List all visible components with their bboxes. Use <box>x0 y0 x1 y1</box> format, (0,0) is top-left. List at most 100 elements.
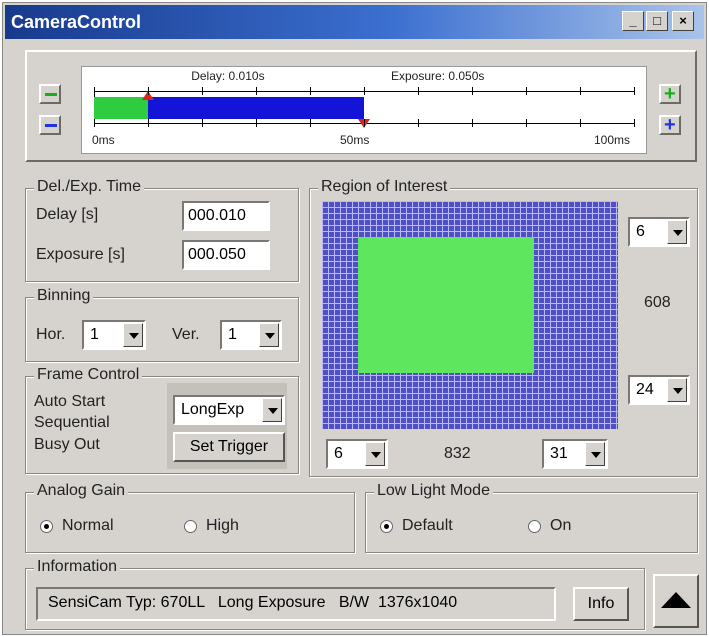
minimize-icon: _ <box>629 13 637 28</box>
timeline-tick <box>526 87 527 95</box>
delay-decrease-button[interactable] <box>39 84 61 104</box>
information-group: Information SensiCam Typ: 670LL Long Exp… <box>25 558 645 630</box>
timeline-panel: + + Delay: 0.010s Exposure: 0.050s 0ms 5… <box>25 50 697 162</box>
hor-binning-value: 1 <box>90 326 99 343</box>
binning-legend: Binning <box>34 287 94 305</box>
exposure-field[interactable]: 000.050 <box>182 240 270 270</box>
ver-binning-select[interactable]: 1 <box>220 320 282 350</box>
frame-mode-value: LongExp <box>181 401 245 418</box>
high-radio[interactable] <box>184 520 197 533</box>
exposure-label: Exposure [s] <box>36 246 125 263</box>
normal-radio[interactable] <box>40 520 53 533</box>
close-icon: × <box>679 13 687 28</box>
frame-control-legend: Frame Control <box>34 366 143 384</box>
collapse-button[interactable] <box>653 574 699 628</box>
analog-gain-group: Analog Gain Normal High <box>25 482 355 553</box>
delay-caption: Delay: 0.010s <box>191 69 265 83</box>
green-minus-icon <box>45 93 57 96</box>
exposure-caption: Exposure: 0.050s <box>391 69 485 83</box>
chevron-down-icon[interactable] <box>667 378 687 402</box>
sequential-label: Sequential <box>34 414 110 431</box>
timeline-tick <box>634 119 635 127</box>
auto-start-label: Auto Start <box>34 393 106 410</box>
timeline-tick <box>472 87 473 95</box>
exposure-bar <box>148 97 364 119</box>
delay-increase-button[interactable]: + <box>659 84 681 104</box>
information-display: SensiCam Typ: 670LL Long Exposure B/W 13… <box>36 587 556 621</box>
frame-mode-select[interactable]: LongExp <box>173 395 285 425</box>
timeline-tick <box>580 119 581 127</box>
roi-right-select[interactable]: 31 <box>542 439 608 469</box>
timeline-tick <box>364 119 365 127</box>
delay-label: Delay [s] <box>36 206 99 223</box>
roi-bottom-value: 24 <box>636 381 654 398</box>
roi-top-select[interactable]: 6 <box>628 217 690 247</box>
exposure-decrease-button[interactable] <box>39 115 61 135</box>
timeline-tick <box>310 87 311 95</box>
set-trigger-button[interactable]: Set Trigger <box>173 432 285 462</box>
roi-left-select[interactable]: 6 <box>326 439 388 469</box>
roi-grid[interactable] <box>322 201 618 429</box>
timeline-tick <box>148 119 149 127</box>
normal-label: Normal <box>62 517 114 534</box>
exposure-value: 000.050 <box>188 246 246 263</box>
timeline-tick <box>94 87 95 95</box>
timeline-tick <box>94 119 95 127</box>
chevron-down-icon[interactable] <box>123 323 143 347</box>
tick-label-0ms: 0ms <box>92 133 115 147</box>
tick-label-50ms: 50ms <box>340 133 370 147</box>
on-radio[interactable] <box>528 520 541 533</box>
delay-field[interactable]: 000.010 <box>182 201 270 231</box>
timeline-tick <box>580 87 581 95</box>
roi-width-label: 832 <box>444 445 471 462</box>
analog-gain-legend: Analog Gain <box>34 482 129 500</box>
hor-binning-select[interactable]: 1 <box>82 320 146 350</box>
chevron-down-icon[interactable] <box>667 220 687 244</box>
exposure-increase-button[interactable]: + <box>659 115 681 135</box>
information-text: SensiCam Typ: 670LL Long Exposure B/W 13… <box>48 594 458 611</box>
timeline-tick <box>526 119 527 127</box>
ver-binning-value: 1 <box>228 326 237 343</box>
roi-right-value: 31 <box>550 445 568 462</box>
title-bar[interactable]: CameraControl _ □ × <box>5 5 704 39</box>
low-light-group: Low Light Mode Default On <box>365 482 698 553</box>
timeline-tick <box>472 119 473 127</box>
timeline-display[interactable]: Delay: 0.010s Exposure: 0.050s 0ms 50ms … <box>81 66 647 154</box>
high-label: High <box>206 517 239 534</box>
close-button[interactable]: × <box>672 11 694 31</box>
timeline-tick <box>256 119 257 127</box>
up-arrow-icon <box>661 592 691 608</box>
roi-selection[interactable] <box>358 237 534 373</box>
chevron-down-icon[interactable] <box>259 323 279 347</box>
timeline-tick <box>418 87 419 95</box>
roi-bottom-select[interactable]: 24 <box>628 375 690 405</box>
camera-control-window: CameraControl _ □ × + + Delay: 0.010s Ex… <box>2 2 707 635</box>
timeline-tick <box>418 119 419 127</box>
minimize-button[interactable]: _ <box>622 11 644 31</box>
low-light-legend: Low Light Mode <box>374 482 493 500</box>
default-radio[interactable] <box>380 520 393 533</box>
delay-bar <box>94 97 148 119</box>
green-plus-icon: + <box>664 83 676 105</box>
chevron-down-icon[interactable] <box>365 442 385 466</box>
ver-label: Ver. <box>172 326 200 343</box>
on-label: On <box>550 517 572 534</box>
timeline-tick <box>310 119 311 127</box>
del-exp-group: Del./Exp. Time Delay [s] 000.010 Exposur… <box>25 178 299 282</box>
default-label: Default <box>402 517 453 534</box>
roi-height-label: 608 <box>644 294 671 311</box>
delay-value: 000.010 <box>188 207 246 224</box>
chevron-down-icon[interactable] <box>585 442 605 466</box>
maximize-icon: □ <box>653 13 661 28</box>
busy-out-label: Busy Out <box>34 436 100 453</box>
tick-label-100ms: 100ms <box>594 133 631 147</box>
timeline-tick <box>202 87 203 95</box>
roi-top-value: 6 <box>636 223 645 240</box>
roi-group: Region of Interest 6 608 24 6 832 31 <box>309 178 698 477</box>
blue-plus-icon: + <box>664 114 676 136</box>
binning-group: Binning Hor. 1 Ver. 1 <box>25 287 299 362</box>
chevron-down-icon[interactable] <box>262 398 282 422</box>
maximize-button[interactable]: □ <box>646 11 668 31</box>
info-button[interactable]: Info <box>573 587 629 621</box>
blue-minus-icon <box>45 124 57 127</box>
